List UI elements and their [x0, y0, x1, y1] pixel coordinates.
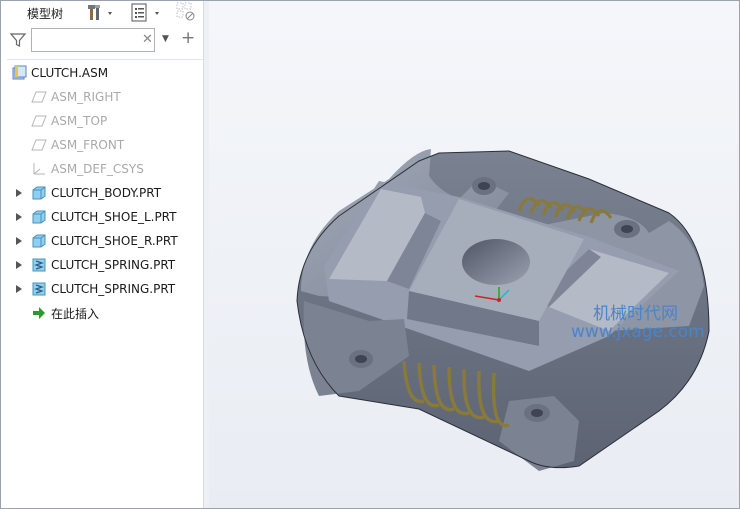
panel-title: 模型树	[27, 7, 64, 21]
datum-plane-icon	[31, 113, 47, 129]
add-filter-icon[interactable]: +	[181, 28, 195, 48]
settings-tools-icon[interactable]	[87, 3, 117, 23]
coordinate-system-icon	[31, 161, 47, 177]
graphics-viewport[interactable]: 机械时代网 www.jxage.com	[209, 1, 739, 508]
tree-item-label: ASM_RIGHT	[51, 90, 121, 104]
tree-item-label: CLUTCH_SPRING.PRT	[51, 282, 176, 296]
datum-plane-icon	[31, 89, 47, 105]
spring-part-icon	[31, 257, 47, 273]
tree-item-clutch-spring-2[interactable]: CLUTCH_SPRING.PRT	[1, 278, 203, 300]
tree-item-clutch-body[interactable]: CLUTCH_BODY.PRT	[1, 182, 203, 204]
expand-arrow-icon[interactable]	[14, 182, 24, 204]
divider	[7, 59, 203, 60]
datum-plane-icon	[31, 137, 47, 153]
search-dropdown-icon[interactable]: ▼	[162, 34, 169, 44]
window-frame: 模型树 ✕ ▼ + CLUTCH.ASM ASM_RIGHT ASM_TOP A…	[0, 0, 740, 509]
expand-arrow-icon[interactable]	[14, 206, 24, 228]
insert-arrow-icon	[31, 305, 47, 321]
tree-item-label: 在此插入	[51, 306, 100, 321]
tree-item-asm-top[interactable]: ASM_TOP	[1, 110, 203, 132]
tree-item-clutch-shoe-r[interactable]: CLUTCH_SHOE_R.PRT	[1, 230, 203, 252]
tree-item-asm-right[interactable]: ASM_RIGHT	[1, 86, 203, 108]
part-icon	[31, 233, 47, 249]
tree-item-clutch-shoe-l[interactable]: CLUTCH_SHOE_L.PRT	[1, 206, 203, 228]
filter-columns-icon[interactable]	[176, 2, 198, 23]
assembly-icon	[11, 65, 27, 81]
tree-root[interactable]: CLUTCH.ASM	[1, 62, 203, 84]
expand-arrow-icon[interactable]	[14, 278, 24, 300]
watermark-url: www.jxage.com	[571, 322, 705, 342]
watermark-title: 机械时代网	[593, 304, 678, 324]
model-tree-panel: 模型树 ✕ ▼ + CLUTCH.ASM ASM_RIGHT ASM_TOP A…	[1, 1, 203, 508]
filter-icon[interactable]	[9, 32, 27, 48]
tree-root-label: CLUTCH.ASM	[31, 66, 109, 80]
tree-item-label: CLUTCH_SPRING.PRT	[51, 258, 176, 272]
search-input[interactable]	[31, 28, 155, 52]
tree-item-label: ASM_TOP	[51, 114, 108, 128]
tree-item-label: ASM_FRONT	[51, 138, 125, 152]
clutch-model	[296, 149, 710, 471]
tree-item-label: CLUTCH_SHOE_L.PRT	[51, 210, 177, 224]
tree-item-asm-def-csys[interactable]: ASM_DEF_CSYS	[1, 158, 203, 180]
tree-item-insert-here[interactable]: 在此插入	[1, 302, 203, 324]
tree-item-label: CLUTCH_BODY.PRT	[51, 186, 162, 200]
tree-item-clutch-spring-1[interactable]: CLUTCH_SPRING.PRT	[1, 254, 203, 276]
tree-item-asm-front[interactable]: ASM_FRONT	[1, 134, 203, 156]
expand-arrow-icon[interactable]	[14, 230, 24, 252]
spring-part-icon	[31, 281, 47, 297]
tree-item-label: ASM_DEF_CSYS	[51, 162, 144, 176]
show-list-icon[interactable]	[129, 3, 167, 23]
part-icon	[31, 185, 47, 201]
part-icon	[31, 209, 47, 225]
tree-item-label: CLUTCH_SHOE_R.PRT	[51, 234, 178, 248]
expand-arrow-icon[interactable]	[14, 254, 24, 276]
